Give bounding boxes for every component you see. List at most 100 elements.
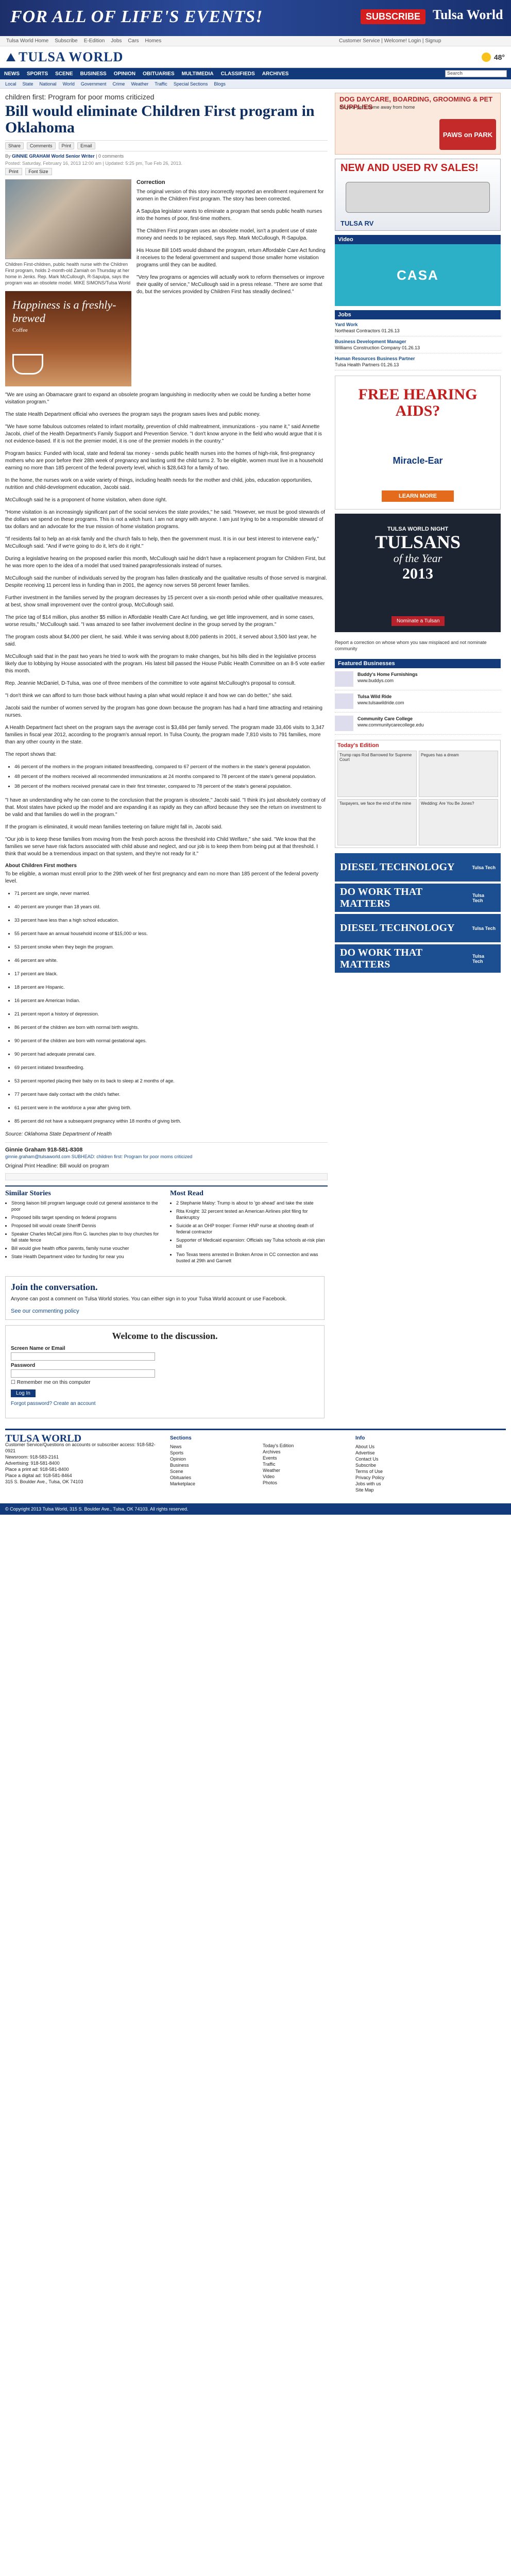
coffee-ad[interactable]: Happiness is a freshly-brewed Coffee [5,291,131,386]
password-input[interactable] [11,1369,155,1378]
diesel-tech-ad[interactable]: DIESEL TECHNOLOGY Tulsa Tech [335,914,501,942]
most-read-link[interactable]: Rita Knight: 32 percent tested an Americ… [176,1208,328,1221]
weather-widget[interactable]: 48° [481,52,505,62]
footer-link[interactable]: Sports [170,1450,252,1456]
job-item[interactable]: Human Resources Business Partner Tulsa He… [335,353,501,370]
byline-author[interactable]: GINNIE GRAHAM World Senior Writer [12,154,95,159]
footer-link[interactable]: Photos [263,1480,345,1486]
footer-link[interactable]: News [170,1444,252,1450]
util-link[interactable]: Homes [145,38,162,44]
nav-item[interactable]: NEWS [4,71,20,77]
business-name[interactable]: Tulsa Wild Ride [357,694,391,699]
most-read-link[interactable]: Two Texas teens arrested in Broken Arrow… [176,1251,328,1264]
similar-story-link[interactable]: Strong liaison bill program language cou… [11,1200,163,1212]
similar-story-link[interactable]: Bill would give health office parents, f… [11,1245,163,1251]
edition-page[interactable]: Pegues has a dream [419,751,498,797]
search-input[interactable]: Search [445,70,507,77]
nav-item[interactable]: CLASSIFIEDS [221,71,255,77]
footer-logo[interactable]: TULSA WORLD [5,1433,160,1444]
site-logo[interactable]: TULSA WORLD [19,49,123,65]
subnav-item[interactable]: Traffic [155,81,167,87]
edition-page[interactable]: Taxpayers, we face the end of the mine [337,799,417,845]
rv-sales-ad[interactable]: NEW AND USED RV SALES! TULSA RV [335,159,501,231]
share-bar-bottom[interactable] [5,1173,328,1180]
footer-link[interactable]: Today's Edition [263,1443,345,1449]
subnav-item[interactable]: Local [5,81,16,87]
nav-item[interactable]: MULTIMEDIA [182,71,214,77]
print-link[interactable]: Print [5,168,22,175]
business-url[interactable]: www.tulsawildride.com [357,700,404,705]
util-link[interactable]: Jobs [111,38,122,44]
subnav-item[interactable]: Blogs [214,81,226,87]
subnav-item[interactable]: Crime [112,81,125,87]
job-title[interactable]: Business Development Manager [335,338,501,345]
commenting-policy-link[interactable]: See our commenting policy [11,1308,79,1314]
nav-item[interactable]: OBITUARIES [143,71,175,77]
most-read-link[interactable]: 2 Stephanie Maloy: Trump is about to 'go… [176,1200,328,1206]
comment-count[interactable]: 0 comments [98,154,124,159]
similar-story-link[interactable]: Proposed bill would create Sheriff Denni… [11,1223,163,1229]
footer-link[interactable]: Contact Us [355,1456,438,1462]
footer-link[interactable]: Weather [263,1467,345,1473]
util-link[interactable]: E-Edition [84,38,105,44]
remember-checkbox[interactable]: ☐ [11,1380,15,1385]
diesel-tech-ad[interactable]: DIESEL TECHNOLOGY Tulsa Tech [335,853,501,882]
subnav-item[interactable]: World [63,81,75,87]
most-read-link[interactable]: Supporter of Medicaid expansion: Officia… [176,1237,328,1249]
diesel-tech-ad[interactable]: DO WORK THAT MATTERS Tulsa Tech [335,884,501,912]
util-link[interactable]: Tulsa World Home [6,38,48,44]
share-button[interactable]: Share [5,142,24,149]
util-link[interactable]: Cars [128,38,139,44]
comments-button[interactable]: Comments [27,142,56,149]
business-name[interactable]: Community Care College [357,716,413,721]
job-item[interactable]: Yard Work Northeast Contractors 01.26.13 [335,319,501,336]
footer-link[interactable]: Scene [170,1468,252,1475]
subnav-item[interactable]: Government [81,81,107,87]
business-item[interactable]: Buddy's Home Furnishings www.buddys.com [335,668,501,690]
subnav-item[interactable]: Weather [131,81,148,87]
tulsans-of-the-year-ad[interactable]: TULSA WORLD NIGHT TULSANS of the Year 20… [335,514,501,632]
most-read-link[interactable]: Suicide at an OHP trooper: Former HNP nu… [176,1223,328,1235]
dog-daycare-ad[interactable]: DOG DAYCARE, BOARDING, GROOMING & PET SU… [335,93,501,155]
account-links[interactable]: Customer Service | Welcome! Login | Sign… [339,38,505,44]
business-url[interactable]: www.communitycarecollege.edu [357,722,424,727]
author-email[interactable]: ginnie.graham@tulsaworld.com SUBHEAD: ch… [5,1154,328,1159]
footer-link[interactable]: Events [263,1455,345,1461]
business-item[interactable]: Tulsa Wild Ride www.tulsawildride.com [335,690,501,713]
util-link[interactable]: Subscribe [55,38,77,44]
job-title[interactable]: Human Resources Business Partner [335,355,501,362]
footer-link[interactable]: Obituaries [170,1475,252,1481]
screen-name-input[interactable] [11,1352,155,1361]
footer-link[interactable]: Video [263,1473,345,1480]
edition-page[interactable]: Trump raps Rod Barrowed for Supreme Cour… [337,751,417,797]
print-button[interactable]: Print [58,142,75,149]
footer-link[interactable]: Traffic [263,1461,345,1467]
forgot-password-link[interactable]: Forgot password? Create an account [11,1401,96,1406]
subnav-item[interactable]: State [23,81,33,87]
similar-story-link[interactable]: State Health Department video for fundin… [11,1253,163,1260]
subnav-item[interactable]: Special Sections [174,81,208,87]
similar-story-link[interactable]: Speaker Charles McCall joins Ron G. laun… [11,1231,163,1243]
subnav-item[interactable]: National [40,81,57,87]
top-banner-ad[interactable]: FOR ALL OF LIFE'S EVENTS! SUBSCRIBE Tuls… [0,0,511,36]
nav-item[interactable]: BUSINESS [80,71,107,77]
nav-item[interactable]: SCENE [55,71,73,77]
footer-link[interactable]: Archives [263,1449,345,1455]
hearing-aids-ad[interactable]: FREE HEARING AIDS? Miracle-Ear LEARN MOR… [335,376,501,510]
footer-link[interactable]: Site Map [355,1487,438,1493]
learn-more-button[interactable]: LEARN MORE [382,490,454,502]
footer-link[interactable]: Subscribe [355,1462,438,1468]
similar-story-link[interactable]: Proposed bills target spending on federa… [11,1214,163,1221]
footer-link[interactable]: Advertise [355,1450,438,1456]
footer-link[interactable]: Opinion [170,1456,252,1462]
footer-link[interactable]: Privacy Policy [355,1475,438,1481]
job-title[interactable]: Yard Work [335,321,501,328]
subscribe-button[interactable]: SUBSCRIBE [361,9,426,24]
footer-link[interactable]: Terms of Use [355,1468,438,1475]
business-item[interactable]: Community Care College www.communitycarec… [335,713,501,735]
email-button[interactable]: Email [77,142,95,149]
nav-item[interactable]: ARCHIVES [262,71,289,77]
diesel-tech-ad[interactable]: DO WORK THAT MATTERS Tulsa Tech [335,944,501,973]
footer-link[interactable]: About Us [355,1444,438,1450]
business-url[interactable]: www.buddys.com [357,678,394,683]
